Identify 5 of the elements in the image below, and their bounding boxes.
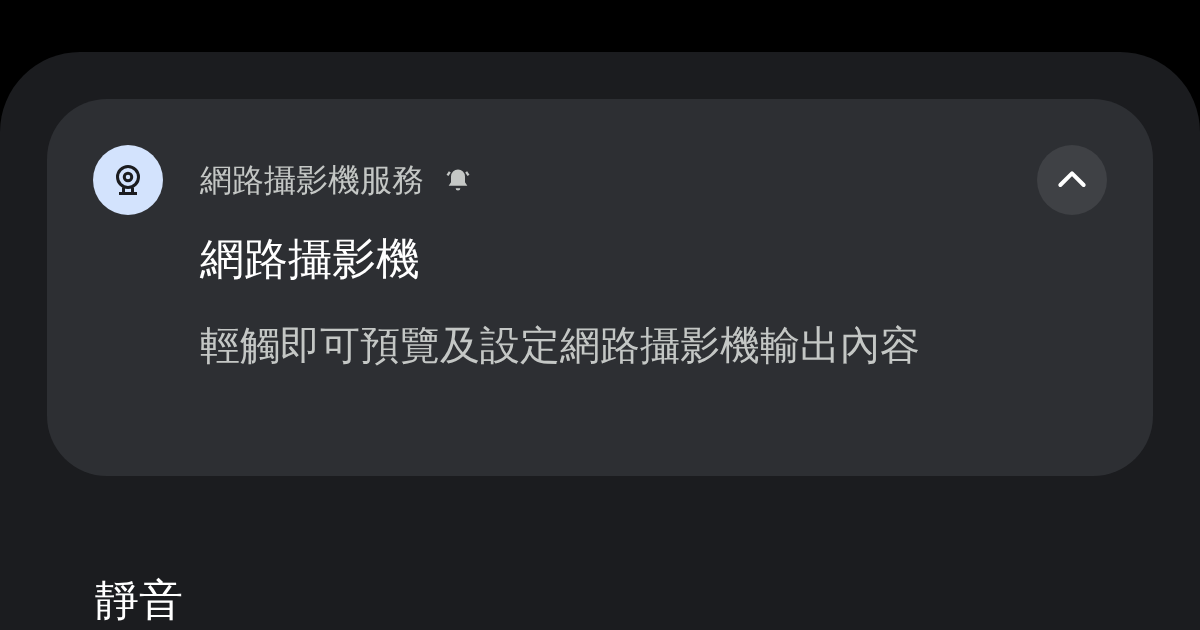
notification-title: 網路攝影機 (200, 232, 421, 286)
app-name: 網路攝影機服務 (200, 160, 424, 201)
notification-card[interactable]: 網路攝影機服務 網路攝影機 輕觸即可預覽及設定網路攝影機輸出內容 (47, 99, 1153, 476)
section-header: 靜音 (95, 573, 184, 627)
notification-body: 輕觸即可預覽及設定網路攝影機輸出內容 (200, 321, 921, 370)
